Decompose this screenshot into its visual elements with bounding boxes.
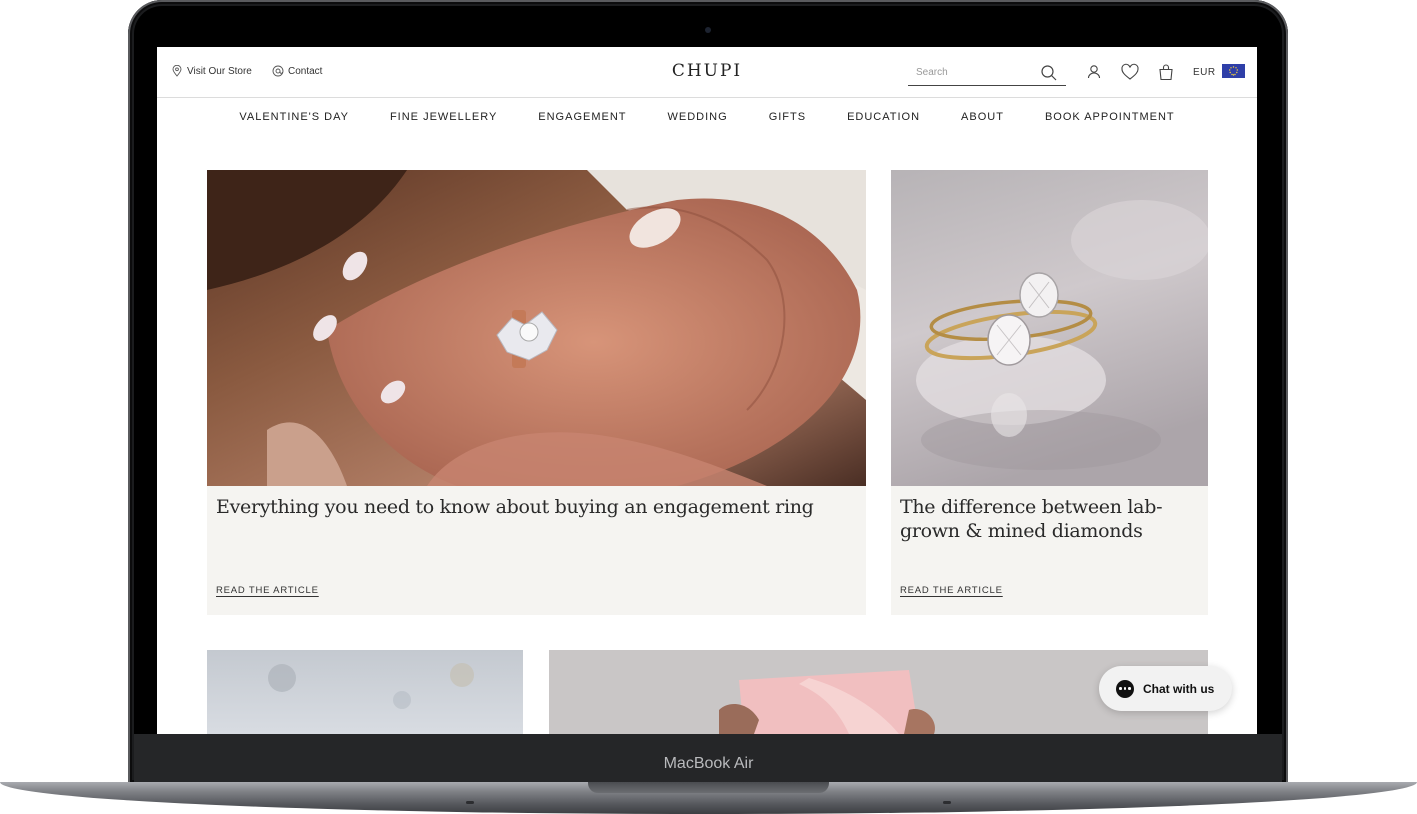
laptop-foot: [466, 801, 474, 804]
eu-flag-icon[interactable]: [1222, 64, 1245, 78]
contact-link[interactable]: Contact: [272, 65, 322, 77]
nav-item-wedding[interactable]: WEDDING: [668, 111, 728, 123]
article-title[interactable]: The difference between lab- grown & mine…: [900, 495, 1162, 543]
search-box[interactable]: [908, 62, 1066, 86]
read-article-link[interactable]: READ THE ARTICLE: [900, 585, 1003, 596]
nav-item-book-appointment[interactable]: BOOK APPOINTMENT: [1045, 111, 1175, 123]
laptop-hinge-notch: [588, 782, 829, 793]
nav-item-valentines-day[interactable]: VALENTINE'S DAY: [239, 111, 349, 123]
article-card-engagement[interactable]: Everything you need to know about buying…: [207, 170, 866, 615]
article-title[interactable]: Everything you need to know about buying…: [216, 495, 814, 519]
visit-store-label: Visit Our Store: [187, 65, 252, 77]
nav-item-engagement[interactable]: ENGAGEMENT: [538, 111, 626, 123]
visit-store-link[interactable]: Visit Our Store: [171, 65, 252, 77]
read-article-link[interactable]: READ THE ARTICLE: [216, 585, 319, 596]
nav-item-gifts[interactable]: GIFTS: [769, 111, 806, 123]
nav-item-education[interactable]: EDUCATION: [847, 111, 920, 123]
nav-item-about[interactable]: ABOUT: [961, 111, 1004, 123]
search-icon[interactable]: [1040, 64, 1058, 82]
nav-item-fine-jewellery[interactable]: FINE JEWELLERY: [390, 111, 497, 123]
chat-widget-button[interactable]: Chat with us: [1099, 666, 1232, 711]
bag-icon[interactable]: [1157, 63, 1175, 81]
main-nav: VALENTINE'S DAY FINE JEWELLERY ENGAGEMEN…: [157, 99, 1257, 135]
chat-label: Chat with us: [1143, 681, 1215, 696]
browser-viewport: Visit Our Store Contact CHUPI Search EUR…: [157, 47, 1257, 734]
device-label: MacBook Air: [663, 755, 754, 772]
site-header: Visit Our Store Contact CHUPI Search EUR: [157, 47, 1257, 98]
at-sign-icon: [272, 65, 284, 77]
article-card-lab-grown[interactable]: The difference between lab- grown & mine…: [891, 170, 1208, 615]
chat-bubble-icon: [1116, 679, 1134, 698]
search-input[interactable]: [908, 63, 1036, 78]
location-pin-icon: [172, 65, 182, 77]
laptop-foot: [943, 801, 951, 804]
article-image-diamond-rings[interactable]: [891, 170, 1208, 486]
article-image-hand-ring[interactable]: [207, 170, 866, 486]
heart-icon[interactable]: [1120, 63, 1140, 81]
account-icon[interactable]: [1085, 63, 1103, 81]
currency-selector[interactable]: EUR: [1193, 67, 1216, 78]
camera-icon: [705, 27, 711, 33]
article-image-earrings[interactable]: [207, 650, 523, 734]
contact-label: Contact: [288, 65, 323, 77]
